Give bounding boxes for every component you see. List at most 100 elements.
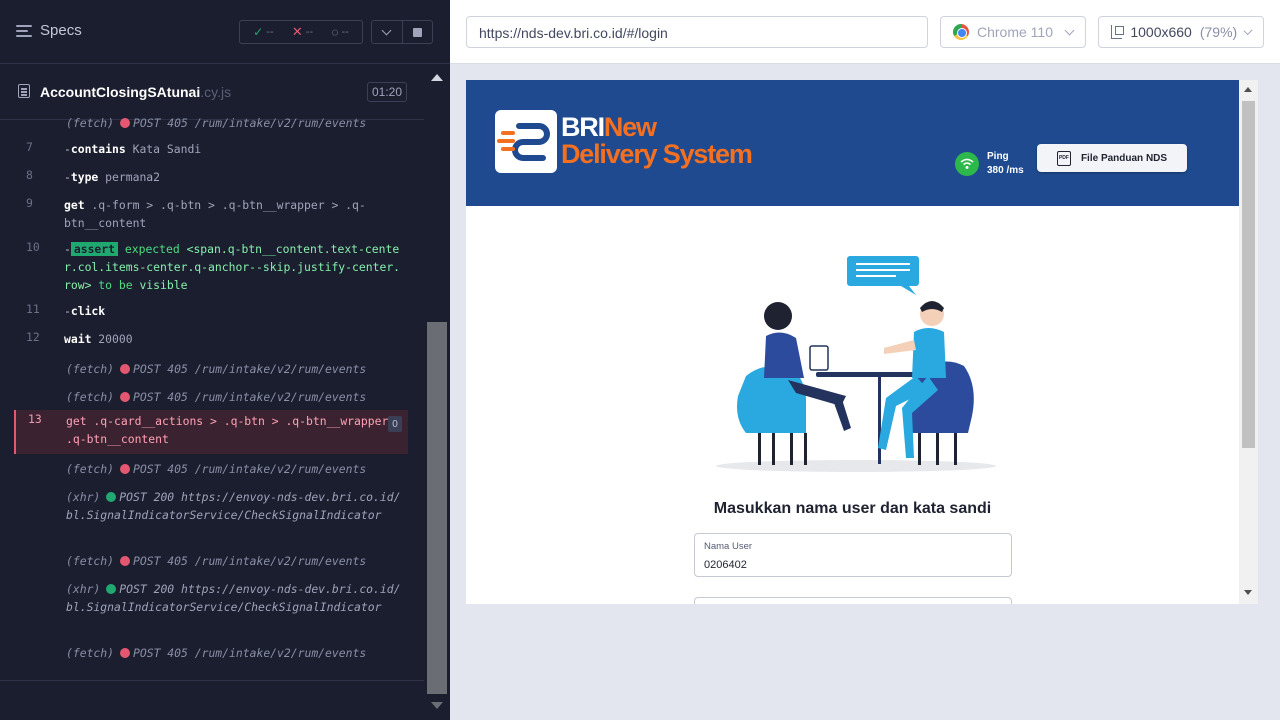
specs-label: Specs: [40, 22, 82, 39]
scroll-down-arrow[interactable]: [431, 702, 443, 709]
command-body: (fetch) POST 405 /rum/intake/v2/rum/event…: [66, 462, 367, 476]
username-field[interactable]: Nama User 0206402: [694, 533, 1012, 577]
run-controls: [371, 20, 433, 44]
network-log-row[interactable]: (fetch) POST 405 /rum/intake/v2/rum/event…: [14, 550, 408, 574]
app-scrollbar[interactable]: [1239, 80, 1258, 604]
ruler-icon: [1111, 25, 1125, 39]
username-value[interactable]: 0206402: [704, 559, 747, 571]
test-stats: ✓ -- ✕ -- ◌ --: [239, 20, 363, 44]
element-count-badge: 0: [388, 416, 402, 432]
browser-selector[interactable]: Chrome 110: [940, 16, 1086, 48]
viewport-size: 1000x660: [1130, 24, 1192, 40]
pending-stat: ◌ --: [331, 25, 349, 39]
failed-request-dot-icon: [120, 118, 131, 128]
command-body: (fetch) POST 405 /rum/intake/v2/rum/event…: [66, 390, 367, 404]
command-body: - assert expected <span.q-btn__content.te…: [64, 242, 401, 292]
chevron-down-icon: [1243, 25, 1253, 35]
failed-request-dot-icon: [120, 648, 131, 658]
file-icon: [18, 84, 30, 98]
network-log-row[interactable]: (fetch) POST 405 /rum/intake/v2/rum/event…: [14, 386, 408, 410]
command-body: -click: [64, 304, 106, 318]
ping-value: 380 /ms: [987, 165, 1024, 176]
bri-logo-mark: [495, 110, 557, 173]
reporter-scrollbar[interactable]: [424, 64, 450, 720]
network-log-row[interactable]: (fetch) POST 405 /rum/intake/v2/rum/event…: [14, 458, 408, 482]
command-body: (fetch) POST 405 /rum/intake/v2/rum/event…: [66, 362, 367, 376]
reporter-footer: [0, 680, 424, 720]
failed-request-dot-icon: [120, 556, 131, 566]
spec-duration: 01:20: [367, 82, 407, 102]
expand-button[interactable]: [372, 21, 402, 43]
scrollbar-thumb[interactable]: [427, 322, 447, 694]
ping-label: Ping: [987, 151, 1009, 162]
viewport-zoom: (79%): [1199, 24, 1238, 40]
ping-indicator: Ping 380 /ms: [955, 150, 1024, 178]
specs-header: Specs ✓ -- ✕ -- ◌ --: [0, 0, 450, 64]
manual-download-button[interactable]: PDF File Panduan NDS: [1037, 144, 1187, 172]
network-log-row[interactable]: (fetch) POST 405 /rum/intake/v2/rum/event…: [14, 112, 408, 134]
password-field[interactable]: [694, 597, 1012, 604]
command-row[interactable]: 8 -type permana2: [14, 166, 408, 190]
network-log-row[interactable]: (fetch) POST 405 /rum/intake/v2/rum/event…: [14, 642, 408, 666]
command-body: wait 20000: [64, 332, 133, 346]
failed-stat: ✕ --: [291, 24, 314, 39]
command-body: -contains Kata Sandi: [64, 142, 202, 156]
aut-toolbar: https://nds-dev.bri.co.id/#/login Chrome…: [450, 0, 1280, 64]
app-under-test: BRINew Delivery System Ping 380 /ms PDF …: [466, 80, 1258, 604]
command-row[interactable]: 12 wait 20000: [14, 328, 408, 352]
network-log-row[interactable]: (xhr) POST 200 https://envoy-nds-dev.bri.…: [14, 578, 408, 634]
command-row[interactable]: 11 -click: [14, 300, 408, 324]
command-number: 13: [28, 412, 42, 426]
check-icon: ✓: [253, 25, 264, 39]
failed-request-dot-icon: [120, 392, 131, 402]
spec-file-name[interactable]: AccountClosingSAtunai.cy.js: [40, 84, 231, 100]
app-header: BRINew Delivery System Ping 380 /ms PDF …: [466, 80, 1239, 206]
scrollbar-thumb[interactable]: [1242, 101, 1255, 448]
command-row[interactable]: 13 get .q-card__actions > .q-btn > .q-btn…: [14, 410, 408, 454]
login-illustration: [706, 248, 1006, 478]
command-body: (xhr) POST 200 https://envoy-nds-dev.bri.…: [66, 582, 401, 614]
command-number: 10: [26, 240, 40, 254]
command-body: -type permana2: [64, 170, 161, 184]
command-number: 7: [26, 140, 33, 154]
stop-button[interactable]: [401, 21, 433, 43]
scroll-up-arrow[interactable]: [1244, 87, 1252, 92]
scroll-up-arrow[interactable]: [431, 74, 443, 81]
manual-button-label: File Panduan NDS: [1080, 152, 1168, 164]
command-log: (fetch) POST 405 /rum/intake/v2/rum/event…: [14, 112, 408, 668]
username-label: Nama User: [704, 541, 753, 552]
command-body: (fetch) POST 405 /rum/intake/v2/rum/event…: [66, 116, 367, 130]
url-bar[interactable]: https://nds-dev.bri.co.id/#/login: [466, 16, 928, 48]
login-heading: Masukkan nama user dan kata sandi: [713, 500, 992, 517]
success-request-dot-icon: [106, 584, 117, 594]
command-body: (fetch) POST 405 /rum/intake/v2/rum/event…: [66, 554, 367, 568]
command-number: 9: [26, 196, 33, 210]
app-logo-text: BRINew Delivery System: [561, 112, 753, 169]
network-log-row[interactable]: (fetch) POST 405 /rum/intake/v2/rum/event…: [14, 358, 408, 382]
command-body: get .q-form > .q-btn > .q-btn__wrapper >…: [64, 198, 366, 230]
viewport-selector[interactable]: 1000x660 (79%): [1098, 16, 1264, 48]
failed-request-dot-icon: [120, 464, 131, 474]
pdf-icon: PDF: [1056, 150, 1071, 166]
browser-name: Chrome 110: [977, 24, 1054, 40]
x-icon: ✕: [291, 24, 303, 39]
specs-toggle[interactable]: Specs: [16, 22, 82, 39]
failed-request-dot-icon: [120, 364, 131, 374]
pending-icon: ◌: [331, 25, 339, 39]
network-log-row[interactable]: (xhr) POST 200 https://envoy-nds-dev.bri.…: [14, 486, 408, 542]
command-row[interactable]: 9 get .q-form > .q-btn > .q-btn__wrapper …: [14, 194, 408, 234]
passed-stat: ✓ --: [253, 25, 274, 39]
command-body: get .q-card__actions > .q-btn > .q-btn__…: [66, 414, 403, 446]
command-number: 12: [26, 330, 40, 344]
reporter-panel: Specs ✓ -- ✕ -- ◌ -- AccountClosingSAtunai.…: [0, 0, 450, 720]
chevron-down-icon: [381, 25, 392, 35]
chevron-down-icon: [1064, 25, 1075, 35]
command-row[interactable]: 10 - assert expected <span.q-btn__content.…: [14, 238, 408, 296]
command-row[interactable]: 7 -contains Kata Sandi: [14, 138, 408, 162]
chrome-icon: [953, 24, 969, 40]
command-body: (fetch) POST 405 /rum/intake/v2/rum/event…: [66, 646, 367, 660]
scroll-down-arrow[interactable]: [1244, 590, 1252, 595]
menu-icon: [16, 24, 32, 37]
command-number: 8: [26, 168, 33, 182]
command-body: (xhr) POST 200 https://envoy-nds-dev.bri.…: [66, 490, 401, 522]
